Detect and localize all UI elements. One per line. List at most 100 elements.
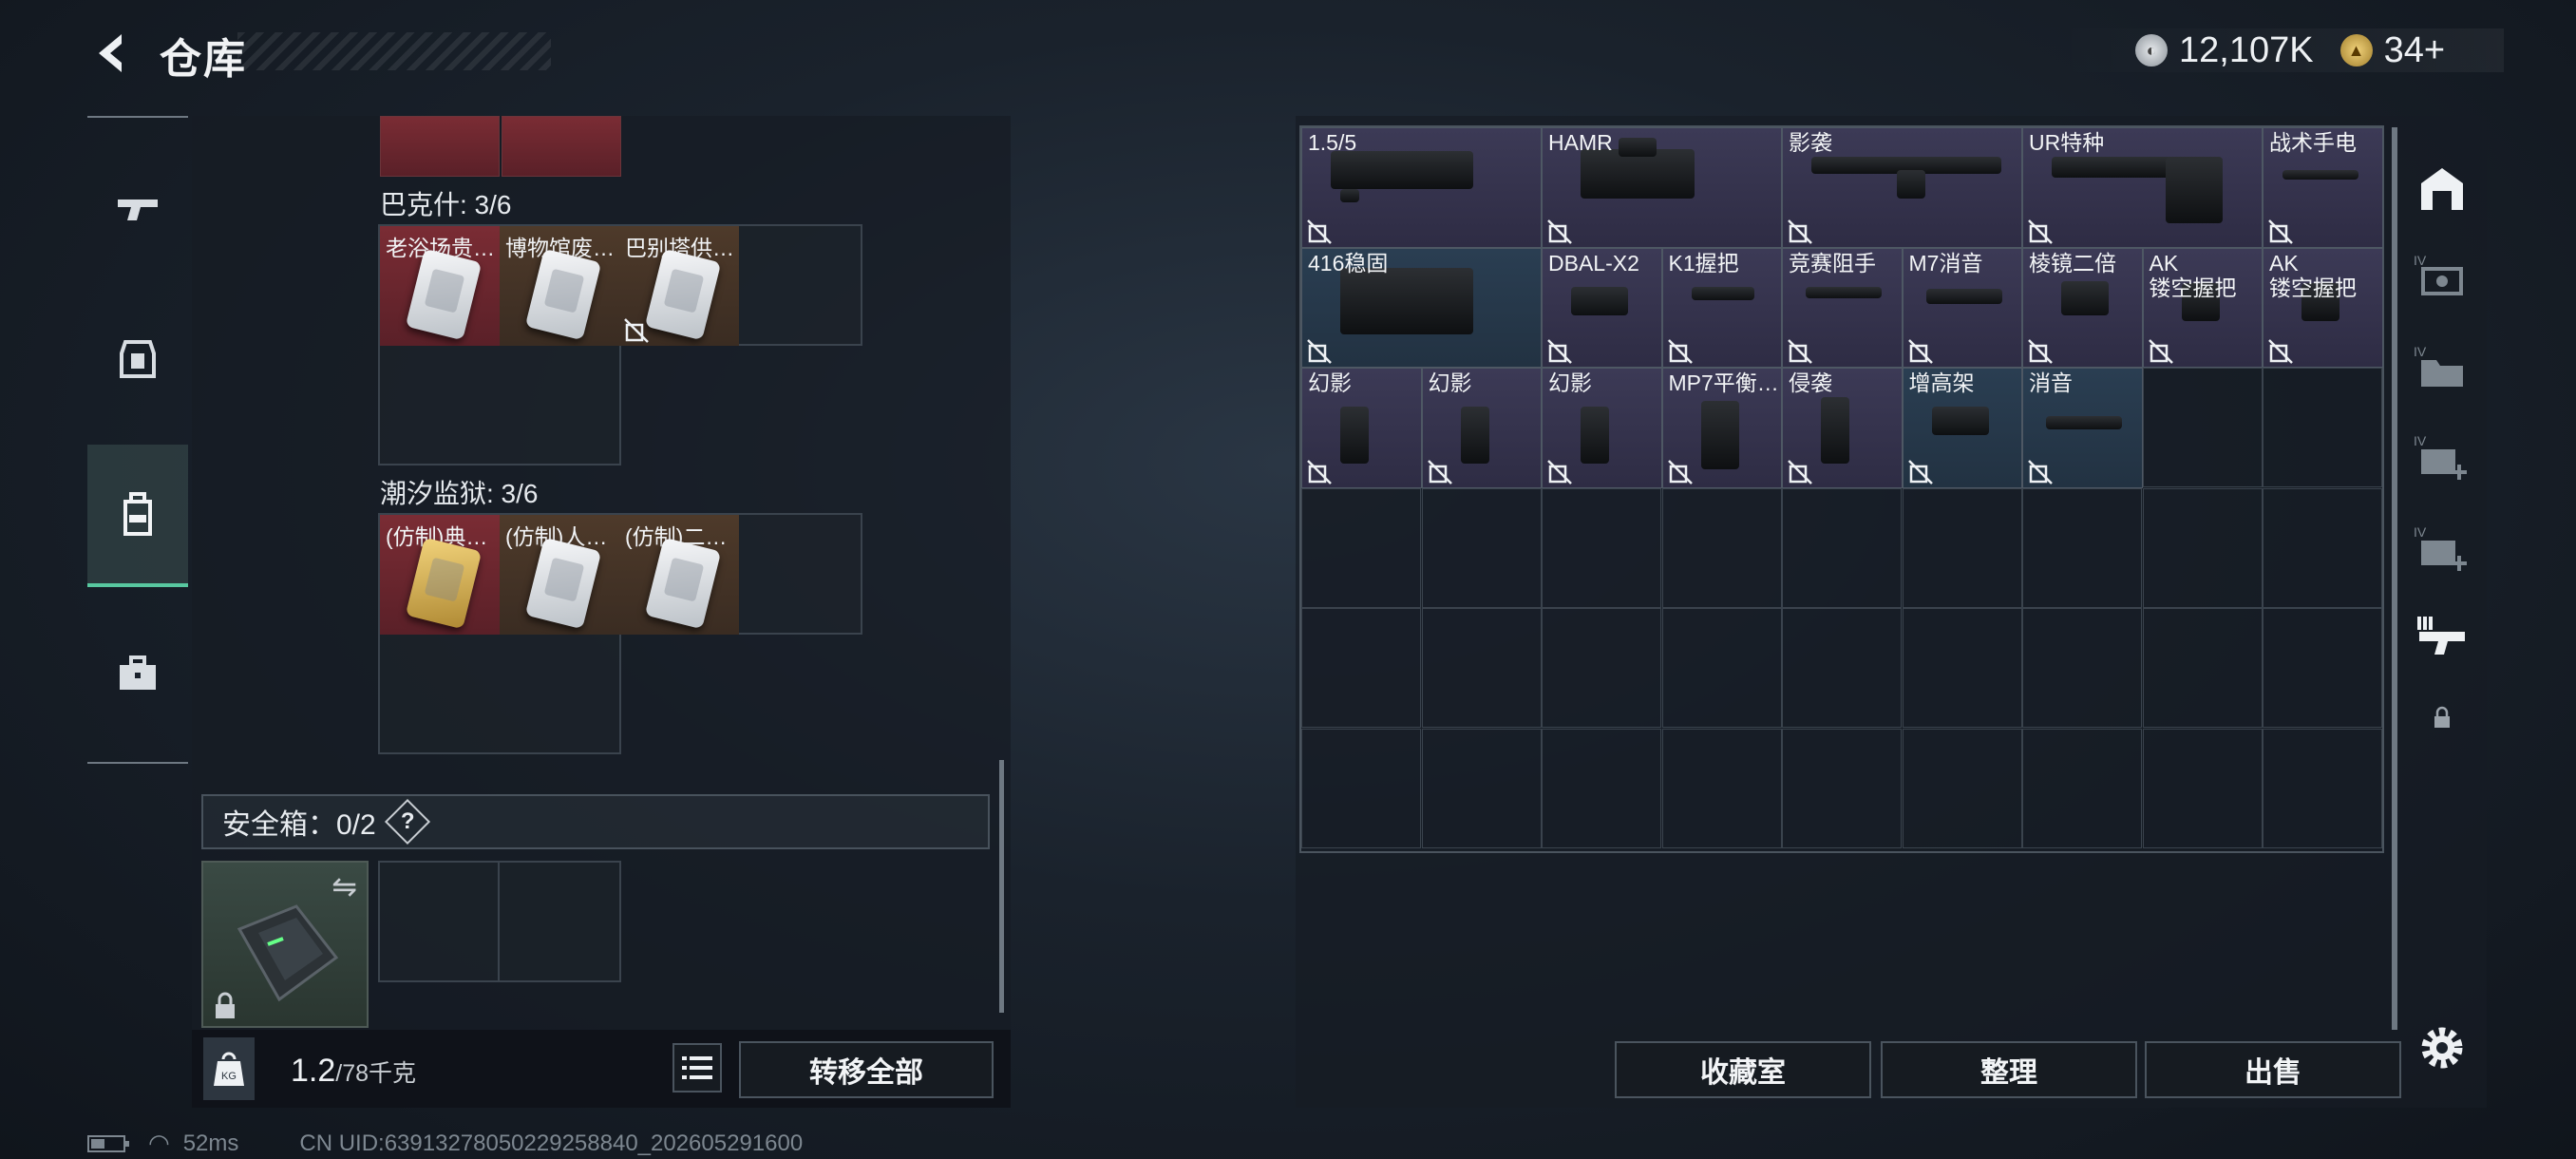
- grid-slot[interactable]: [1542, 728, 1661, 848]
- currency-display: ◐ 12,107K ▲ 34+: [2052, 28, 2504, 72]
- warehouse-item[interactable]: 增高架: [1902, 368, 2022, 488]
- grid-slot[interactable]: [1421, 487, 1542, 608]
- grid-slot[interactable]: [1902, 728, 2022, 848]
- warehouse-item[interactable]: 消音: [2022, 368, 2143, 488]
- left-scrollbar[interactable]: [999, 760, 1004, 1013]
- grid-slot[interactable]: [1542, 608, 1661, 728]
- warehouse-item[interactable]: HAMR: [1542, 127, 1782, 248]
- back-button[interactable]: [84, 25, 141, 82]
- no-insure-icon: [1307, 339, 1332, 364]
- tab-warehouse-5[interactable]: IV: [2405, 515, 2479, 581]
- nav-armor[interactable]: [87, 289, 188, 431]
- list-view-button[interactable]: [672, 1043, 722, 1092]
- warehouse-item[interactable]: 竞赛阻手: [1782, 247, 1903, 368]
- grid-slot[interactable]: [1902, 608, 2022, 728]
- warehouse-item[interactable]: 幻影: [1542, 368, 1662, 488]
- grid-slot[interactable]: [2142, 487, 2263, 608]
- tab-warehouse-4[interactable]: IV: [2405, 424, 2479, 490]
- swap-icon[interactable]: ⇋: [331, 868, 357, 904]
- key-item[interactable]: (仿制)二…: [619, 515, 739, 635]
- silver-amount: 12,107K: [2179, 29, 2314, 70]
- tab-locked[interactable]: [2405, 684, 2479, 750]
- key-item[interactable]: (仿制)人…: [500, 515, 619, 635]
- grid-slot[interactable]: [2263, 368, 2382, 487]
- lock-icon: [2434, 706, 2450, 728]
- help-icon[interactable]: ?: [384, 798, 430, 846]
- key-card-icon: [644, 248, 722, 341]
- transfer-all-button[interactable]: 转移全部: [739, 1041, 994, 1098]
- sell-button[interactable]: 出售: [2145, 1041, 2401, 1098]
- key-item[interactable]: 巴别塔供…: [619, 226, 739, 346]
- no-insure-icon: [1547, 459, 1572, 484]
- warehouse-item[interactable]: MP7平衡…: [1661, 368, 1782, 488]
- grid-slot[interactable]: [1421, 728, 1542, 848]
- right-scrollbar[interactable]: [2392, 127, 2397, 1030]
- grid-slot[interactable]: [2022, 608, 2142, 728]
- tab-warehouse-2[interactable]: IV: [2405, 243, 2479, 310]
- settings-button[interactable]: [2405, 1015, 2479, 1081]
- collection-room-button[interactable]: 收藏室: [1615, 1041, 1871, 1098]
- item-cell-partial[interactable]: [502, 116, 621, 177]
- warehouse-item[interactable]: UR特种: [2022, 127, 2263, 248]
- item-image: [1581, 407, 1609, 464]
- warehouse-item[interactable]: M7消音: [1902, 247, 2022, 368]
- grid-slot[interactable]: [2263, 728, 2382, 848]
- gold-amount[interactable]: 34+: [2384, 30, 2445, 71]
- item-label: 消音: [2029, 370, 2073, 395]
- organize-button[interactable]: 整理: [1881, 1041, 2137, 1098]
- key-item[interactable]: (仿制)典…: [380, 515, 500, 635]
- warehouse-item[interactable]: 幻影: [1421, 368, 1542, 488]
- tab-warehouse-3[interactable]: IV: [2405, 334, 2479, 401]
- warehouse-item[interactable]: K1握把: [1661, 247, 1782, 368]
- tab-gun-parts[interactable]: [2405, 602, 2479, 669]
- warehouse-item[interactable]: 416稳固: [1301, 247, 1542, 368]
- warehouse-item[interactable]: 战术手电: [2263, 127, 2383, 248]
- grid-slot[interactable]: [2142, 608, 2263, 728]
- warehouse-item[interactable]: AK 镂空握把: [2263, 247, 2383, 368]
- grid-slot[interactable]: [1301, 728, 1421, 848]
- warehouse-item[interactable]: 影袭: [1782, 127, 2022, 248]
- grid-slot[interactable]: [1542, 487, 1661, 608]
- warehouse-item[interactable]: 侵袭: [1782, 368, 1903, 488]
- grid-slot[interactable]: [1421, 608, 1542, 728]
- warehouse-item[interactable]: 1.5/5: [1301, 127, 1542, 248]
- nav-backpack[interactable]: [87, 445, 188, 587]
- divider: [498, 861, 500, 982]
- key-item[interactable]: 博物馆废…: [500, 226, 619, 346]
- grid-slot[interactable]: [2142, 728, 2263, 848]
- key-item[interactable]: 老浴场贵…: [380, 226, 500, 346]
- item-image: [1460, 407, 1489, 464]
- warehouse-item[interactable]: 幻影: [1301, 368, 1422, 488]
- no-insure-icon: [2148, 339, 2173, 364]
- grid-slot[interactable]: [1661, 728, 1782, 848]
- nav-toolbox[interactable]: [87, 602, 188, 745]
- grid-slot[interactable]: [2142, 368, 2263, 487]
- grid-slot[interactable]: [1782, 728, 1902, 848]
- safe-box-icon: [237, 904, 339, 1002]
- medkit-add-icon: IV: [2414, 524, 2467, 571]
- page-title: 仓库: [160, 36, 247, 83]
- grid-slot[interactable]: [1301, 608, 1421, 728]
- category-nav: [87, 116, 188, 764]
- grid-slot[interactable]: [2263, 608, 2382, 728]
- svg-text:IV: IV: [2414, 524, 2427, 540]
- grid-slot[interactable]: [2263, 487, 2382, 608]
- item-image: [2282, 170, 2358, 180]
- grid-slot[interactable]: [1301, 487, 1421, 608]
- grid-slot[interactable]: [1782, 608, 1902, 728]
- grid-slot[interactable]: [1902, 487, 2022, 608]
- grid-slot[interactable]: [1782, 487, 1902, 608]
- warehouse-item[interactable]: 棱镜二倍: [2022, 247, 2143, 368]
- grid-slot[interactable]: [1661, 487, 1782, 608]
- item-image: [2061, 280, 2109, 315]
- item-cell-partial[interactable]: [380, 116, 500, 177]
- warehouse-item[interactable]: DBAL-X2: [1542, 247, 1662, 368]
- safe-box-slot[interactable]: ⇋: [201, 861, 369, 1028]
- tab-main-warehouse[interactable]: [2405, 156, 2479, 222]
- grid-slot[interactable]: [1661, 608, 1782, 728]
- nav-weapon[interactable]: [87, 137, 188, 279]
- grid-slot[interactable]: [2022, 487, 2142, 608]
- warehouse-item[interactable]: AK 镂空握把: [2142, 247, 2263, 368]
- no-insure-icon: [1788, 339, 1812, 364]
- grid-slot[interactable]: [2022, 728, 2142, 848]
